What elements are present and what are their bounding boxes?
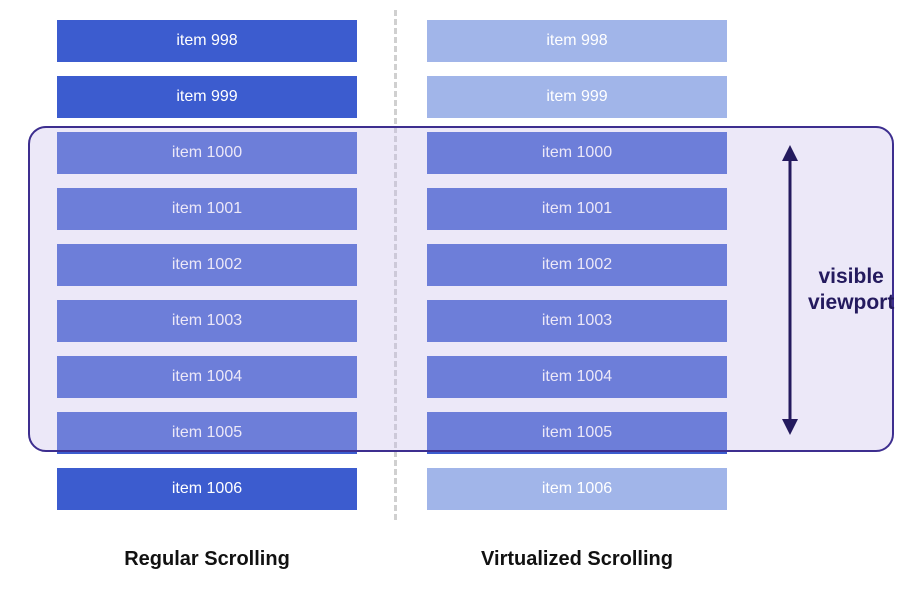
viewport-label-line1: visible [818, 265, 883, 288]
list-item: item 1002 [57, 244, 357, 286]
viewport-label-line2: viewport [808, 291, 894, 314]
center-divider [394, 10, 397, 520]
diagram-container: item 998 item 999 item 1000 item 1001 it… [0, 0, 917, 609]
virtualized-scrolling-column: item 998 item 999 item 1000 item 1001 it… [427, 20, 727, 524]
list-item: item 1005 [57, 412, 357, 454]
list-item: item 999 [57, 76, 357, 118]
list-item: item 1006 [57, 468, 357, 510]
list-item: item 1005 [427, 412, 727, 454]
regular-scrolling-column: item 998 item 999 item 1000 item 1001 it… [57, 20, 357, 524]
list-item: item 998 [57, 20, 357, 62]
list-item: item 1006 [427, 468, 727, 510]
list-item: item 1001 [427, 188, 727, 230]
virtualized-scrolling-caption: Virtualized Scrolling [427, 548, 727, 571]
list-item: item 1000 [57, 132, 357, 174]
list-item: item 1003 [427, 300, 727, 342]
list-item: item 1004 [427, 356, 727, 398]
list-item: item 1003 [57, 300, 357, 342]
list-item: item 998 [427, 20, 727, 62]
list-item: item 1004 [57, 356, 357, 398]
list-item: item 1001 [57, 188, 357, 230]
double-arrow-icon [778, 145, 802, 435]
list-item: item 1002 [427, 244, 727, 286]
regular-scrolling-caption: Regular Scrolling [57, 548, 357, 571]
viewport-label: visible viewport [808, 264, 894, 317]
list-item: item 999 [427, 76, 727, 118]
viewport-label-group: visible viewport [778, 145, 888, 435]
list-item: item 1000 [427, 132, 727, 174]
